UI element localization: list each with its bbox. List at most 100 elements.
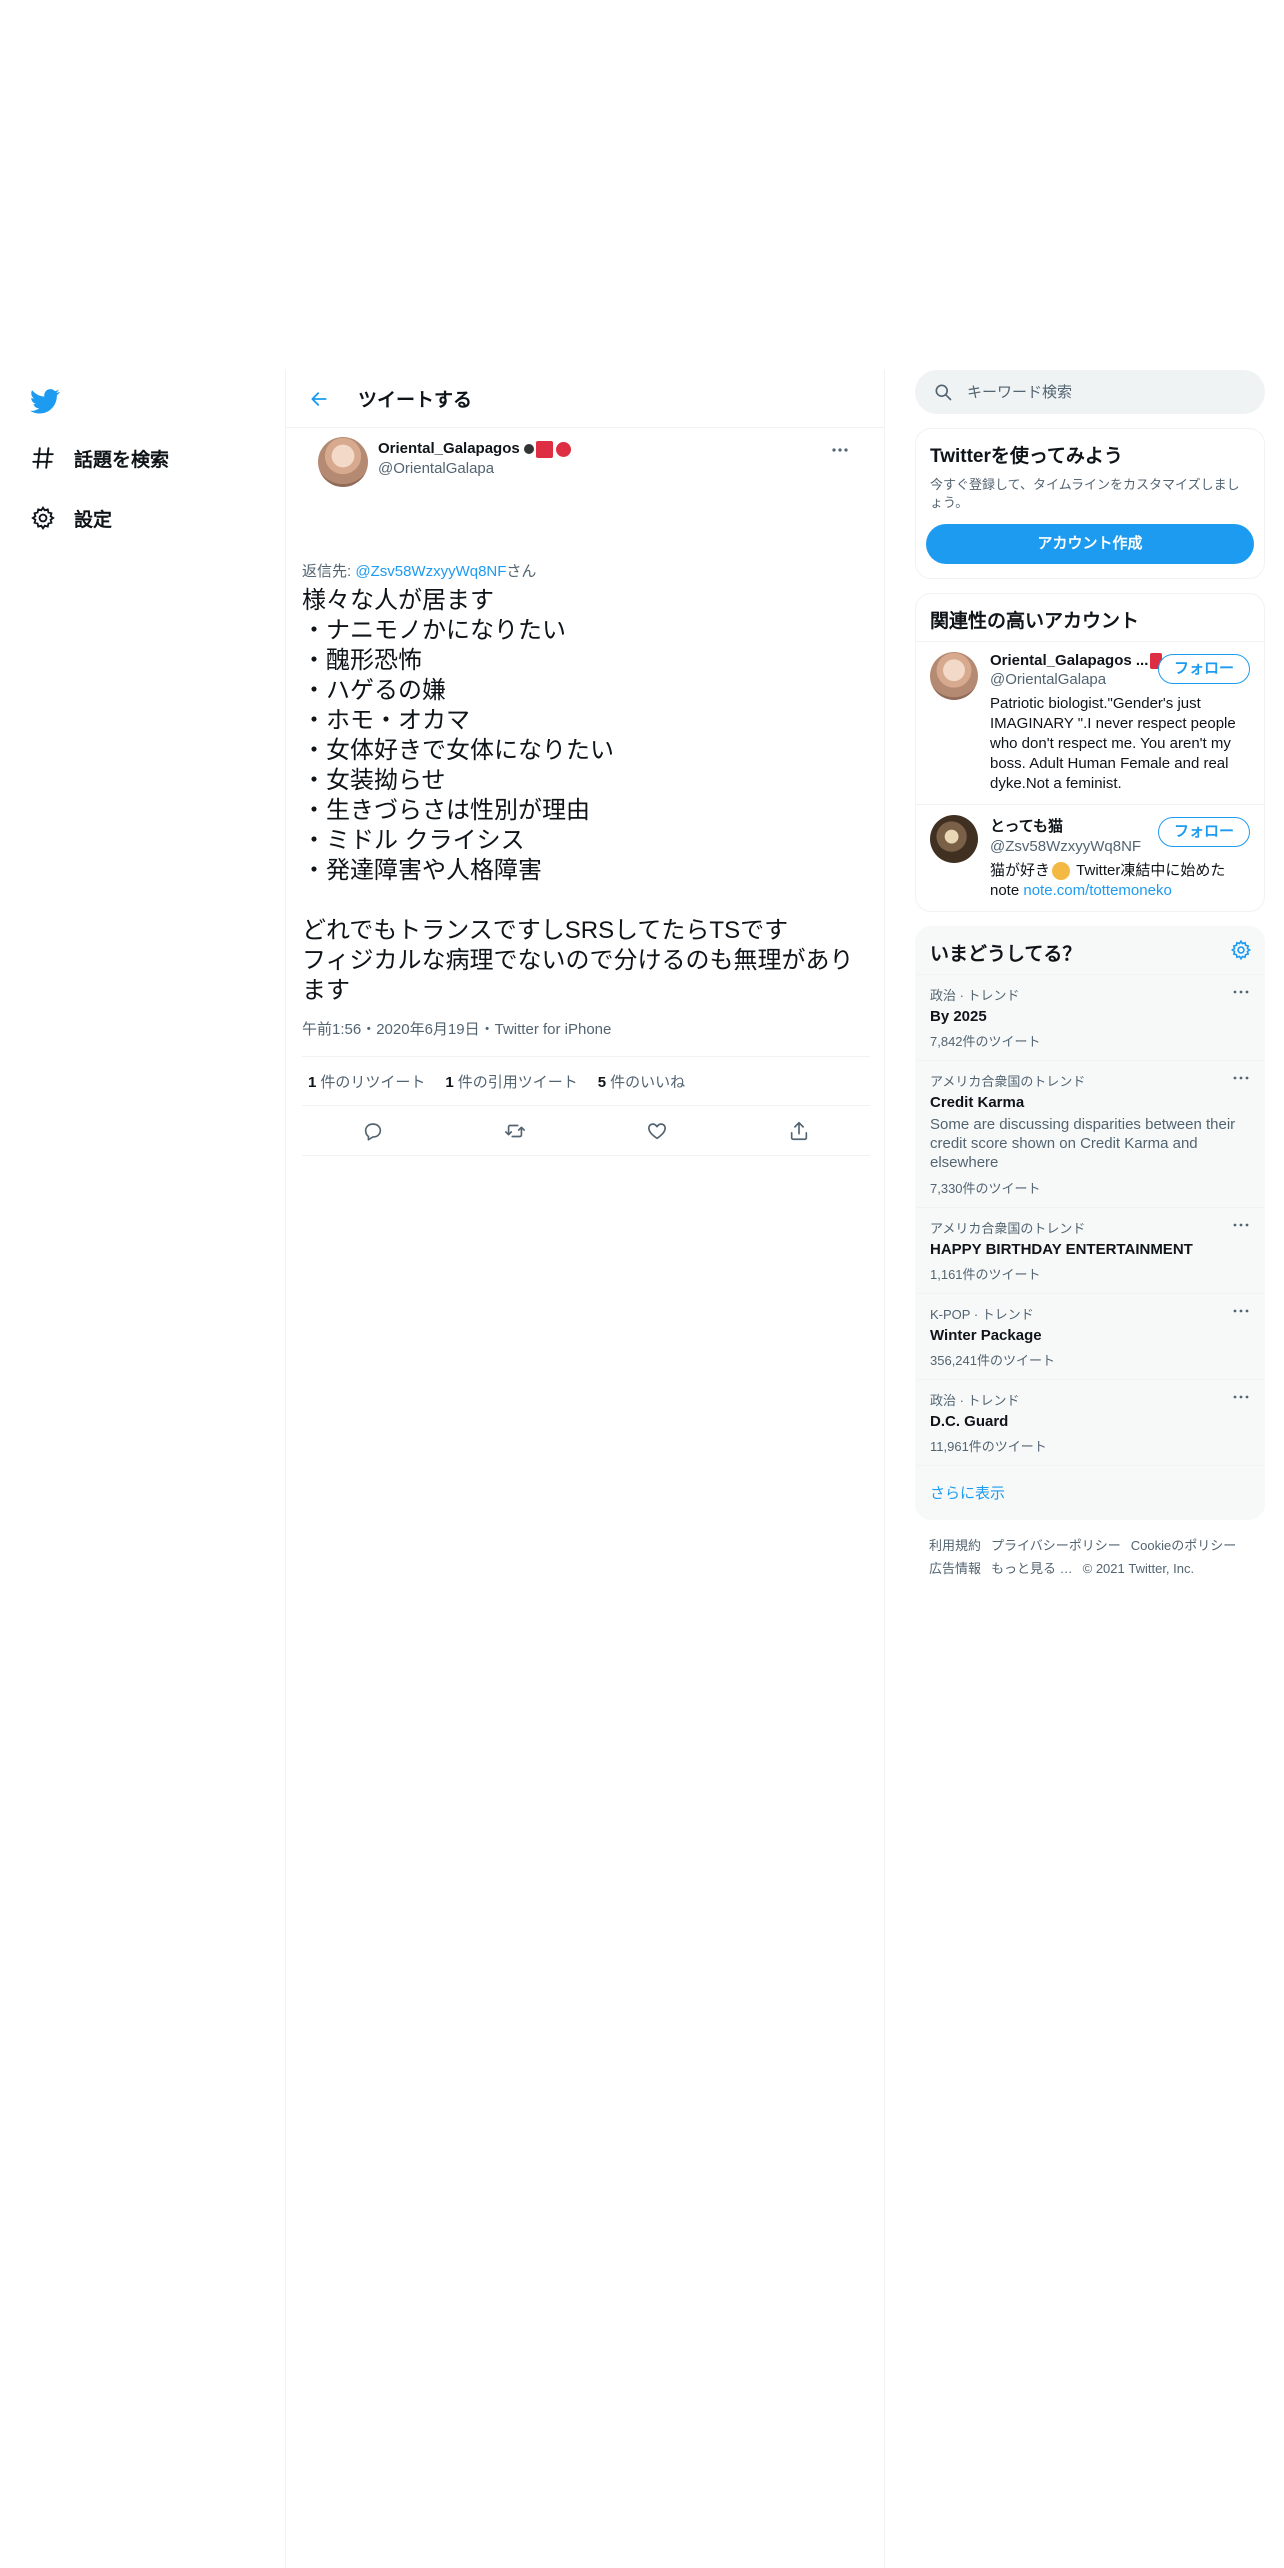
- more-options-icon[interactable]: [1230, 1304, 1252, 1318]
- avatar[interactable]: [930, 815, 978, 863]
- bio-link[interactable]: note.com/tottemoneko: [1023, 882, 1171, 899]
- gear-icon: [28, 503, 58, 533]
- trend-context: 政治 · トレンド: [930, 988, 1020, 1003]
- nav-item-label: 設定: [74, 509, 113, 531]
- trend-description: Some are discussing disparities between …: [930, 1116, 1236, 1171]
- trend-context: アメリカ合衆国のトレンド: [930, 1221, 1086, 1236]
- tweet-author: Oriental_Galapagos @OrientalGalapa: [378, 440, 571, 477]
- trend-name: D.C. Guard: [930, 1413, 1009, 1430]
- tweet-meta: 午前1:56・2020年6月19日・Twitter for iPhone: [302, 1018, 611, 1039]
- more-options-icon[interactable]: [828, 440, 852, 460]
- stat-number: 5: [597, 1073, 607, 1091]
- user-name[interactable]: Oriental_Galapagos ...: [990, 652, 1148, 669]
- search-input[interactable]: [967, 383, 1227, 401]
- trends-card: いまどうしてる？ 政治 · トレンド By 2025 7,842件のツイート アメリカ…: [915, 926, 1265, 1520]
- trend-item[interactable]: 政治 · トレンド By 2025 7,842件のツイート: [916, 974, 1264, 1060]
- hashtag-icon: [28, 443, 58, 473]
- main-column: ツイートする Oriental_Galapagos @OrientalGalap…: [285, 370, 885, 2568]
- create-account-button[interactable]: アカウント作成: [926, 524, 1254, 564]
- nav-item-explore[interactable]: 話題を検索: [28, 438, 169, 478]
- trend-count: 7,842件のツイート: [930, 1034, 1041, 1049]
- share-icon[interactable]: [782, 1114, 816, 1148]
- retweet-icon[interactable]: [498, 1114, 532, 1148]
- related-title: 関連性の高いアカウント: [930, 611, 1140, 632]
- bio-text: 猫が好き: [990, 862, 1051, 879]
- reply-to: 返信先: @Zsv58WzxyyWq8NFさん: [302, 560, 536, 581]
- trend-list: 政治 · トレンド By 2025 7,842件のツイートアメリカ合衆国のトレンド C…: [916, 974, 1264, 1465]
- signup-card: Twitterを使ってみよう 今すぐ登録して、タイムラインをカスタマイズしましょ…: [915, 428, 1265, 579]
- back-arrow-icon[interactable]: [302, 382, 336, 416]
- follow-button[interactable]: フォロー: [1158, 817, 1250, 847]
- related-accounts-card: 関連性の高いアカウント Oriental_Galapagos ... @Orie…: [915, 593, 1265, 912]
- meta-separator: ・: [361, 1021, 377, 1038]
- main-header: ツイートする: [286, 370, 884, 428]
- stat-label: 件の引用ツイート: [457, 1073, 578, 1091]
- trend-item[interactable]: アメリカ合衆国のトレンド HAPPY BIRTHDAY ENTERTAINMENT…: [916, 1207, 1264, 1293]
- reply-mention-link[interactable]: @Zsv58WzxyyWq8NF: [355, 563, 506, 580]
- stat-label: 件のいいね: [610, 1073, 686, 1091]
- tweet-actions: [302, 1106, 870, 1156]
- like-heart-icon[interactable]: [640, 1114, 674, 1148]
- search-bar[interactable]: [915, 370, 1265, 414]
- related-user[interactable]: とっても猫 @Zsv58WzxyyWq8NF 猫が好き Twitter凍結中に始…: [916, 804, 1264, 911]
- trend-name: Credit Karma: [930, 1094, 1025, 1111]
- trend-item[interactable]: 政治 · トレンド D.C. Guard 11,961件のツイート: [916, 1379, 1264, 1465]
- trend-count: 1,161件のツイート: [930, 1267, 1041, 1282]
- stat-label: 件のリツイート: [320, 1073, 426, 1091]
- more-options-icon[interactable]: [1230, 1218, 1252, 1232]
- retweet-count[interactable]: 1 件のリツイート: [308, 1071, 425, 1092]
- twitter-bird-icon[interactable]: [28, 386, 62, 416]
- trend-item[interactable]: K-POP · トレンド Winter Package 356,241件のツイート: [916, 1293, 1264, 1379]
- footer-link[interactable]: 広告情報: [929, 1561, 981, 1576]
- trend-count: 7,330件のツイート: [930, 1181, 1041, 1196]
- trend-item[interactable]: アメリカ合衆国のトレンド Credit Karma Some are discuss…: [916, 1060, 1264, 1207]
- author-name[interactable]: Oriental_Galapagos: [378, 440, 520, 457]
- nav-item-settings[interactable]: 設定: [28, 498, 112, 538]
- footer: 利用規約 プライバシーポリシー Cookieのポリシー 広告情報 もっと見る … © 2…: [915, 1520, 1265, 1594]
- more-options-icon[interactable]: [1230, 985, 1252, 999]
- trend-context: 政治 · トレンド: [930, 1393, 1020, 1408]
- tweet-stats: 1 件のリツイート 1 件の引用ツイート 5 件のいいね: [302, 1056, 870, 1106]
- tweet: Oriental_Galapagos @OrientalGalapa 返信先: …: [286, 428, 884, 1168]
- avatar[interactable]: [318, 437, 368, 487]
- tweet-text: 様々な人が居ます ・ナニモノかになりたい ・醜形恐怖 ・ハゲるの嫌 ・ホモ・オカ…: [302, 587, 854, 1004]
- user-name[interactable]: とっても猫: [990, 815, 1063, 836]
- gear-icon[interactable]: [1230, 939, 1252, 961]
- author-handle[interactable]: @OrientalGalapa: [378, 460, 571, 477]
- show-more-link[interactable]: さらに表示: [916, 1465, 1264, 1519]
- right-sidebar: Twitterを使ってみよう 今すぐ登録して、タイムラインをカスタマイズしましょ…: [915, 370, 1265, 1594]
- cat-face-emoji-icon: [1052, 862, 1071, 881]
- related-user[interactable]: Oriental_Galapagos ... @OrientalGalapa P…: [916, 641, 1264, 804]
- copyright: © 2021 Twitter, Inc.: [1082, 1561, 1195, 1576]
- like-count[interactable]: 5 件のいいね: [598, 1071, 685, 1092]
- stat-number: 1: [445, 1073, 454, 1091]
- user-bio: 猫が好き Twitter凍結中に始めたnote note.com/tottemo…: [990, 861, 1252, 901]
- footer-link[interactable]: 利用規約: [929, 1538, 981, 1553]
- meta-separator: ・: [479, 1021, 495, 1038]
- page-title: ツイートする: [358, 390, 473, 411]
- avatar[interactable]: [930, 652, 978, 700]
- more-options-icon[interactable]: [1230, 1390, 1252, 1404]
- footer-link[interactable]: Cookieのポリシー: [1131, 1538, 1236, 1553]
- signup-title: Twitterを使ってみよう: [930, 446, 1123, 467]
- quote-count[interactable]: 1 件の引用ツイート: [445, 1071, 577, 1092]
- trends-title: いまどうしてる？: [930, 944, 1082, 965]
- signup-text: 今すぐ登録して、タイムラインをカスタマイズしましょう。: [930, 477, 1240, 510]
- tweet-source-link[interactable]: Twitter for iPhone: [495, 1021, 612, 1038]
- footer-link[interactable]: もっと見る …: [991, 1561, 1073, 1576]
- tweet-time-link[interactable]: 午前1:56・2020年6月19日: [302, 1021, 480, 1038]
- trend-count: 11,961件のツイート: [930, 1439, 1047, 1454]
- trend-name: HAPPY BIRTHDAY ENTERTAINMENT: [930, 1241, 1193, 1258]
- tweet-date: 2020年6月19日: [376, 1021, 480, 1038]
- user-bio: Patriotic biologist."Gender's just IMAGI…: [990, 695, 1236, 792]
- tweet-header: Oriental_Galapagos @OrientalGalapa: [302, 428, 868, 500]
- follow-button[interactable]: フォロー: [1158, 654, 1250, 684]
- stat-number: 1: [308, 1073, 317, 1091]
- footer-link[interactable]: プライバシーポリシー: [991, 1538, 1121, 1553]
- trend-count: 356,241件のツイート: [930, 1353, 1055, 1368]
- trend-context: アメリカ合衆国のトレンド: [930, 1074, 1086, 1089]
- name-emoji-icon: [523, 440, 571, 458]
- more-options-icon[interactable]: [1230, 1071, 1252, 1085]
- reply-icon[interactable]: [356, 1114, 390, 1148]
- search-icon: [933, 382, 953, 402]
